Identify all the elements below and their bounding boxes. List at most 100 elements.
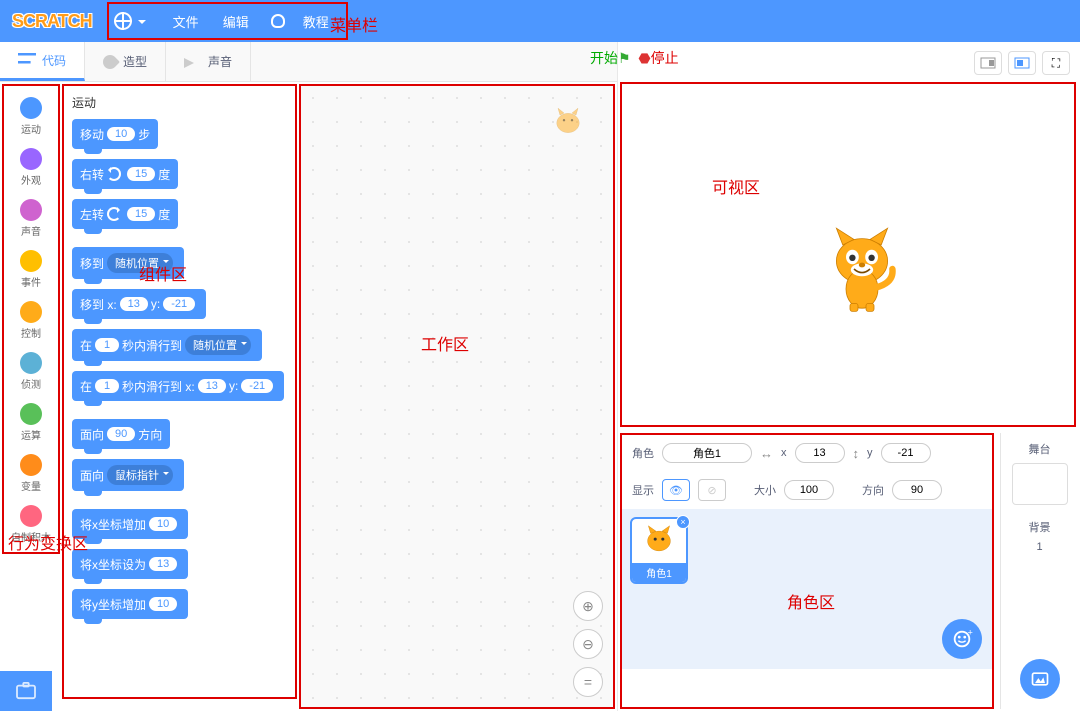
block-turn-cw[interactable]: 右转15度	[72, 159, 178, 189]
block-goto-xy[interactable]: 移到 x:13y:-21	[72, 289, 206, 319]
sprite-tile[interactable]: × 角色1	[630, 517, 688, 584]
sprite-y-input[interactable]	[881, 443, 931, 463]
annotation-start-stop: 开始⚑ ⬣停止	[590, 48, 679, 68]
category-dot-icon	[20, 403, 42, 425]
category-运算[interactable]: 运算	[4, 397, 58, 448]
stage-small-button[interactable]	[974, 51, 1002, 75]
show-button[interactable]: 👁	[662, 479, 690, 501]
category-变量[interactable]: 变量	[4, 448, 58, 499]
direction-label: 方向	[862, 482, 884, 498]
stage-selector[interactable]: 舞台 背景 1	[1000, 433, 1078, 709]
block-point-dir[interactable]: 面向90方向	[72, 419, 170, 449]
size-label: 大小	[754, 482, 776, 498]
scratch-logo: SCRATCH	[12, 11, 92, 32]
stage-header: ⛶	[620, 44, 1078, 82]
stage-sprite-cat[interactable]	[822, 224, 902, 314]
block-point-towards[interactable]: 面向鼠标指针	[72, 459, 184, 491]
globe-icon[interactable]	[114, 12, 132, 30]
menu-section: 文件 编辑 教程	[107, 2, 348, 40]
sprite-preview-icon[interactable]	[548, 101, 588, 141]
sprite-label: 角色	[632, 445, 654, 461]
tab-code-label: 代码	[42, 52, 66, 69]
category-控制[interactable]: 控制	[4, 295, 58, 346]
backpack-button[interactable]	[0, 671, 52, 711]
zoom-reset-button[interactable]: =	[573, 667, 603, 697]
zoom-out-button[interactable]: ⊖	[573, 629, 603, 659]
stage-label: 舞台	[1001, 441, 1078, 457]
backdrops-count: 1	[1001, 541, 1078, 553]
start-label: 开始	[590, 50, 618, 66]
block-palette: 运动 移动10步 右转15度 左转15度 移到随机位置 移到 x:13y:-21…	[62, 84, 297, 699]
category-事件[interactable]: 事件	[4, 244, 58, 295]
menu-edit[interactable]: 编辑	[223, 12, 249, 31]
zoom-in-button[interactable]: ⊕	[573, 591, 603, 621]
annotation-sprites: 角色区	[787, 589, 835, 613]
editor-tabs: 代码 造型 声音	[0, 42, 617, 82]
brush-icon	[100, 52, 120, 72]
menu-file[interactable]: 文件	[173, 12, 199, 31]
block-category-column: 运动外观声音事件控制侦测运算变量自制积木	[2, 84, 60, 554]
annotation-workspace: 工作区	[421, 331, 469, 355]
rotate-ccw-icon	[107, 207, 121, 221]
fullscreen-button[interactable]: ⛶	[1042, 51, 1070, 75]
tab-costumes[interactable]: 造型	[85, 42, 166, 81]
y-label: y	[867, 447, 873, 459]
block-glide[interactable]: 在1秒内滑行到随机位置	[72, 329, 262, 361]
svg-text:+: +	[968, 628, 973, 637]
add-backdrop-button[interactable]	[1020, 659, 1060, 699]
hide-button[interactable]: ⊘	[698, 479, 726, 501]
sprite-direction-input[interactable]	[892, 480, 942, 500]
show-label: 显示	[632, 482, 654, 498]
category-外观[interactable]: 外观	[4, 142, 58, 193]
annotation-visible: 可视区	[712, 174, 760, 198]
tab-sounds-label: 声音	[208, 53, 232, 70]
menu-tutorials[interactable]: 教程	[303, 12, 329, 31]
category-dot-icon	[20, 250, 42, 272]
add-sprite-button[interactable]: +	[942, 619, 982, 659]
block-change-y[interactable]: 将y坐标增加10	[72, 589, 188, 619]
stage-thumbnail[interactable]	[1012, 463, 1068, 505]
bulb-icon	[271, 14, 285, 28]
category-dot-icon	[20, 454, 42, 476]
stage-large-button[interactable]	[1008, 51, 1036, 75]
stop-label: 停止	[651, 50, 679, 66]
tab-code[interactable]: 代码	[0, 42, 85, 81]
workspace[interactable]: 工作区 ⊕ ⊖ =	[299, 84, 615, 709]
sprite-list: × 角色1 角色区 +	[622, 509, 992, 669]
category-dot-icon	[20, 301, 42, 323]
stop-icon: ⬣	[638, 50, 650, 66]
category-侦测[interactable]: 侦测	[4, 346, 58, 397]
sprite-delete-button[interactable]: ×	[676, 515, 690, 529]
menubar: SCRATCH 文件 编辑 教程	[0, 0, 1080, 42]
chevron-down-icon[interactable]	[138, 20, 146, 28]
backdrops-label: 背景	[1001, 519, 1078, 535]
x-label: x	[781, 447, 787, 459]
category-dot-icon	[20, 505, 42, 527]
code-icon	[18, 53, 36, 67]
stage[interactable]: 可视区	[620, 82, 1076, 427]
tab-sounds[interactable]: 声音	[166, 42, 251, 81]
sprite-tile-name: 角色1	[632, 563, 686, 582]
palette-title: 运动	[72, 94, 287, 111]
block-set-x[interactable]: 将x坐标设为13	[72, 549, 188, 579]
sprite-info-panel: 角色 ↔ x ↕ y 显示 👁 ⊘ 大小 方向 ×	[620, 433, 994, 709]
rotate-cw-icon	[107, 167, 121, 181]
category-运动[interactable]: 运动	[4, 91, 58, 142]
sprite-x-input[interactable]	[795, 443, 845, 463]
block-change-x[interactable]: 将x坐标增加10	[72, 509, 188, 539]
sprite-name-input[interactable]	[662, 443, 752, 463]
block-move-steps[interactable]: 移动10步	[72, 119, 158, 149]
category-声音[interactable]: 声音	[4, 193, 58, 244]
annotation-palette: 组件区	[139, 261, 187, 285]
annotation-menubar: 菜单栏	[330, 12, 378, 36]
sound-icon	[184, 58, 202, 68]
block-glide-xy[interactable]: 在1秒内滑行到 x:13y:-21	[72, 371, 284, 401]
category-dot-icon	[20, 97, 42, 119]
category-dot-icon	[20, 352, 42, 374]
annotation-behavior: 行为变换区	[8, 530, 88, 554]
flag-icon: ⚑	[618, 50, 631, 66]
category-dot-icon	[20, 199, 42, 221]
tab-costumes-label: 造型	[123, 53, 147, 70]
block-turn-ccw[interactable]: 左转15度	[72, 199, 178, 229]
sprite-size-input[interactable]	[784, 480, 834, 500]
